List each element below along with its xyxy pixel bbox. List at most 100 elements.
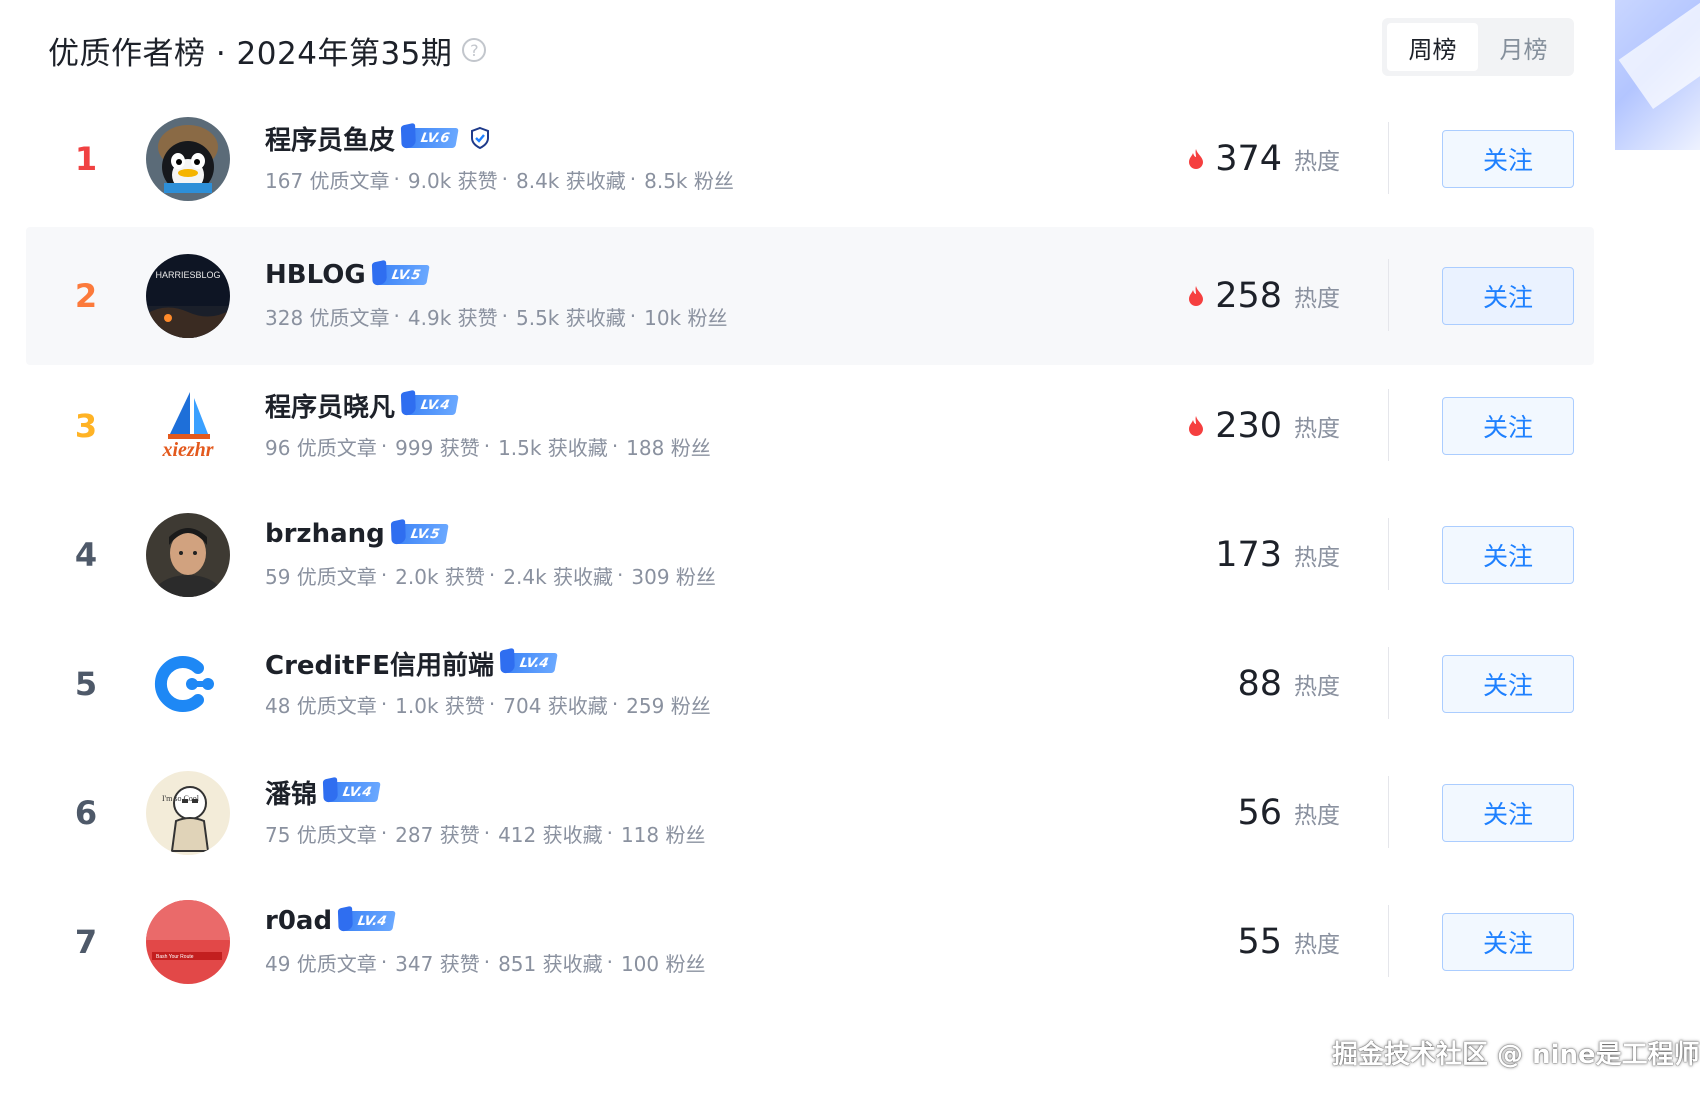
stat-fans: 10k 粉丝: [644, 305, 728, 330]
stat-separator: ·: [501, 167, 508, 191]
author-name[interactable]: 程序员晓凡: [265, 387, 395, 424]
heat-label: 热度: [1294, 416, 1340, 442]
heat-label: 热度: [1294, 149, 1340, 175]
follow-button[interactable]: 关注: [1442, 397, 1574, 455]
rank-number: 6: [74, 794, 98, 832]
stat-likes: 287 获赞: [395, 822, 480, 847]
stat-articles: 48 优质文章: [265, 693, 377, 718]
tab-weekly[interactable]: 周榜: [1387, 23, 1478, 71]
author-row[interactable]: 5 CreditFE信用前端 LV.4 48 优质文章 · 1.0k 获赞 · 70…: [26, 615, 1594, 753]
avatar[interactable]: [146, 513, 230, 597]
author-stats: 328 优质文章 · 4.9k 获赞 · 5.5k 获收藏 · 10k 粉丝: [265, 299, 728, 333]
stat-separator: ·: [380, 434, 388, 458]
avatar[interactable]: [146, 117, 230, 201]
author-row[interactable]: 2 HARRIESBLOG HBLOG LV.5 328 优质文章 · 4.9k …: [26, 227, 1594, 365]
stat-separator: ·: [380, 692, 388, 716]
stat-separator: ·: [606, 821, 613, 845]
avatar[interactable]: I'm so Cool: [146, 771, 230, 855]
stat-fans: 259 粉丝: [626, 693, 711, 718]
stat-likes: 2.0k 获赞: [395, 564, 485, 589]
stat-collects: 8.4k 获收藏: [516, 168, 626, 193]
follow-button[interactable]: 关注: [1442, 655, 1574, 713]
author-name[interactable]: r0ad: [265, 906, 332, 936]
author-name[interactable]: CreditFE信用前端: [265, 645, 494, 682]
svg-text:xiezhr: xiezhr: [161, 439, 213, 461]
heat-value: 88: [1237, 664, 1282, 704]
stat-likes: 9.0k 获赞: [407, 168, 498, 193]
flame-icon: [1189, 149, 1204, 169]
follow-button[interactable]: 关注: [1442, 526, 1574, 584]
stat-fans: 100 粉丝: [620, 951, 706, 976]
rank-number: 7: [74, 923, 98, 961]
author-row[interactable]: 7 Bash Your Route r0ad LV.4 49 优质文章 · 347…: [26, 873, 1594, 1011]
heat-value: 56: [1237, 793, 1282, 833]
watermark: 掘金技术社区 @ nine是工程师: [1332, 1040, 1700, 1070]
avatar[interactable]: Bash Your Route: [146, 900, 230, 984]
stat-likes: 1.0k 获赞: [395, 693, 485, 718]
author-name-line: 潘锦 LV.4: [265, 772, 381, 812]
heat-label: 热度: [1294, 932, 1340, 958]
svg-text:I'm so Cool: I'm so Cool: [162, 794, 200, 803]
author-name-line: CreditFE信用前端 LV.4: [265, 643, 558, 683]
level-text: LV.6: [419, 130, 451, 146]
stat-likes: 347 获赞: [395, 951, 480, 976]
svg-text:Bash Your Route: Bash Your Route: [156, 954, 194, 960]
stat-collects: 2.4k 获收藏: [503, 564, 614, 589]
author-row[interactable]: 1 程序员鱼皮 LV.6 167 优质文章 · 9.0k 获赞 · 8.4k 获收藏…: [26, 90, 1594, 228]
stat-fans: 8.5k 粉丝: [644, 168, 734, 193]
heat-value: 55: [1237, 922, 1282, 962]
author-row[interactable]: 4 brzhang LV.5 59 优质文章 · 2.0k 获赞 · 2.4k 获收…: [26, 486, 1594, 624]
heat-score: 374 热度: [1187, 90, 1340, 228]
verified-badge-icon: [467, 125, 493, 151]
author-name-line: r0ad LV.4: [265, 901, 396, 941]
stat-articles: 75 优质文章: [265, 822, 377, 847]
stat-separator: ·: [483, 434, 491, 458]
heat-value: 258: [1215, 276, 1282, 316]
stat-separator: ·: [380, 821, 388, 845]
author-name-line: 程序员晓凡 LV.4: [265, 385, 459, 425]
heat-value: 230: [1215, 406, 1282, 446]
divider: [1388, 776, 1389, 848]
author-name[interactable]: 潘锦: [265, 774, 317, 811]
level-badge: LV.6: [403, 128, 459, 148]
heat-label: 热度: [1294, 803, 1340, 829]
panel-header: 优质作者榜 · 2024年第35期 ?: [48, 22, 487, 78]
author-name[interactable]: 程序员鱼皮: [265, 120, 395, 157]
divider: [1388, 389, 1389, 461]
author-name[interactable]: HBLOG: [265, 260, 366, 290]
divider: [1388, 905, 1389, 977]
divider: [1388, 647, 1389, 719]
level-text: LV.4: [356, 913, 388, 929]
tab-monthly[interactable]: 月榜: [1478, 23, 1569, 71]
author-name-line: 程序员鱼皮 LV.6: [265, 118, 493, 158]
stat-separator: ·: [629, 167, 637, 191]
stat-likes: 4.9k 获赞: [407, 305, 498, 330]
follow-button[interactable]: 关注: [1442, 784, 1574, 842]
avatar[interactable]: HARRIESBLOG: [146, 254, 230, 338]
author-row[interactable]: 3 xiezhr 程序员晓凡 LV.4 96 优质文章 · 999 获赞 · 1.5…: [26, 357, 1594, 495]
stat-separator: ·: [629, 304, 637, 328]
level-badge: LV.5: [392, 524, 449, 544]
stat-separator: ·: [380, 950, 388, 974]
heat-score: 258 热度: [1187, 227, 1340, 365]
level-text: LV.4: [341, 784, 373, 800]
heat-score: 88 热度: [1237, 615, 1340, 753]
avatar[interactable]: xiezhr: [146, 384, 230, 468]
rank-number: 1: [74, 140, 98, 178]
question-circle-icon[interactable]: ?: [462, 38, 487, 62]
author-name[interactable]: brzhang: [265, 519, 385, 549]
stat-separator: ·: [488, 563, 496, 587]
stat-articles: 167 优质文章: [265, 168, 390, 193]
follow-button[interactable]: 关注: [1442, 130, 1574, 188]
author-row[interactable]: 6 I'm so Cool 潘锦 LV.4 75 优质文章 · 287 获赞 · 4…: [26, 744, 1594, 882]
avatar[interactable]: [146, 642, 230, 726]
stat-separator: ·: [393, 304, 400, 328]
stat-collects: 851 获收藏: [498, 951, 603, 976]
follow-button[interactable]: 关注: [1442, 913, 1574, 971]
follow-button[interactable]: 关注: [1442, 267, 1574, 325]
heat-score: 55 热度: [1237, 873, 1340, 1011]
author-stats: 75 优质文章 · 287 获赞 · 412 获收藏 · 118 粉丝: [265, 816, 705, 850]
divider: [1388, 122, 1389, 194]
stat-likes: 999 获赞: [395, 435, 480, 460]
rank-number: 2: [74, 277, 98, 315]
